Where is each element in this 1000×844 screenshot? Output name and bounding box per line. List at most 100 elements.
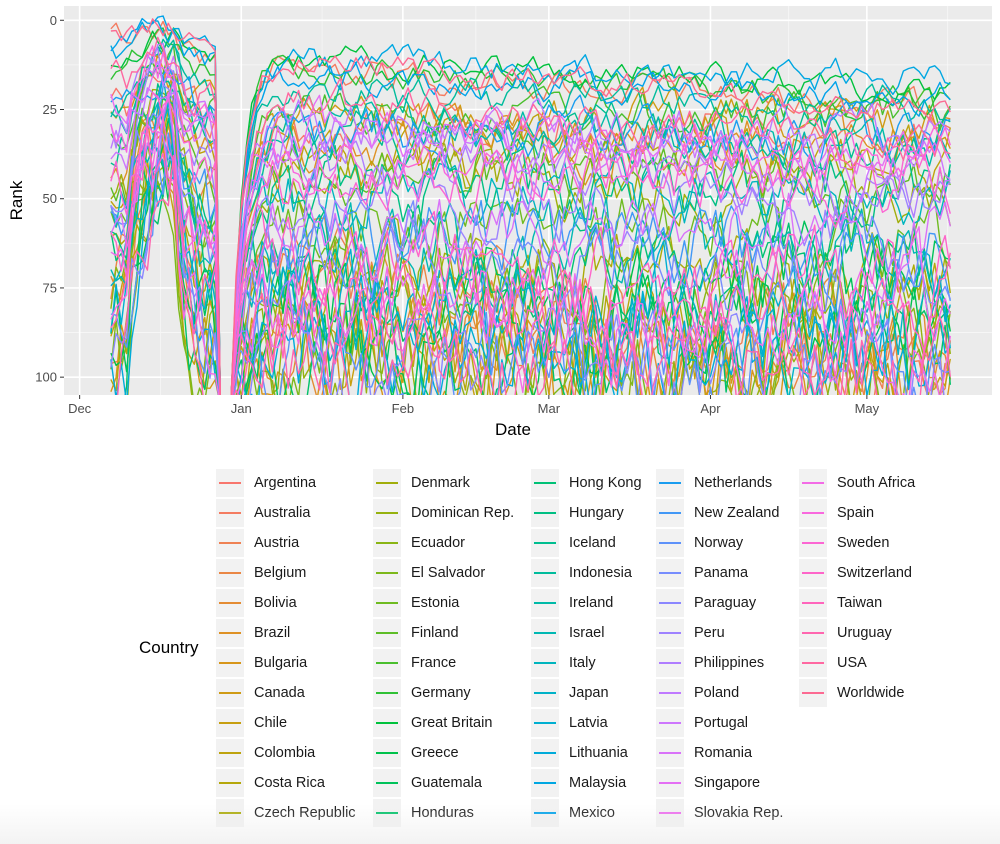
legend-label: Ireland (569, 595, 614, 611)
legend-key-swatch (373, 559, 401, 587)
x-tick-label: Feb (392, 401, 414, 416)
legend-item: Brazil (216, 618, 373, 648)
y-tick-label: 100 (35, 370, 57, 385)
legend-key-swatch (373, 769, 401, 797)
legend-line-icon (534, 632, 556, 634)
legend-line-icon (376, 602, 398, 604)
legend-item: Greece (373, 738, 531, 768)
legend-item: Colombia (216, 738, 373, 768)
legend-label: USA (837, 655, 867, 671)
legend-line-icon (219, 572, 241, 574)
legend-label: Paraguay (694, 595, 757, 611)
legend-item: South Africa (799, 468, 919, 498)
legend-line-icon (219, 632, 241, 634)
y-tick-label: 0 (50, 13, 57, 28)
x-tick-label: Apr (700, 401, 721, 416)
legend-item: Uruguay (799, 618, 919, 648)
legend-key-swatch (216, 589, 244, 617)
legend-line-icon (219, 782, 241, 784)
legend-item: France (373, 648, 531, 678)
legend-item: Worldwide (799, 678, 919, 708)
legend-label: Belgium (254, 565, 307, 581)
legend-label: Mexico (569, 805, 615, 821)
legend-item: Philippines (656, 648, 799, 678)
legend-label: Costa Rica (254, 775, 325, 791)
legend-line-icon (376, 692, 398, 694)
legend-key-swatch (373, 649, 401, 677)
legend-label: Sweden (837, 535, 890, 551)
legend-item: Malaysia (531, 768, 656, 798)
legend-item: Latvia (531, 708, 656, 738)
legend-key-swatch (656, 469, 684, 497)
legend-item: Austria (216, 528, 373, 558)
legend-item: Singapore (656, 768, 799, 798)
legend-line-icon (802, 512, 824, 514)
legend-line-icon (376, 512, 398, 514)
legend-label: Hong Kong (569, 475, 642, 491)
legend-line-icon (659, 722, 681, 724)
y-tick-label: 25 (43, 102, 57, 117)
legend-label: Worldwide (837, 685, 905, 701)
legend-item: Spain (799, 498, 919, 528)
legend-key-swatch (799, 619, 827, 647)
legend-line-icon (219, 512, 241, 514)
legend-label: France (411, 655, 457, 671)
legend-label: Peru (694, 625, 725, 641)
line-chart: 0 25 50 75 100 Dec Jan Feb Mar Apr May Date Rank (7, 6, 992, 439)
x-tick-label: Mar (538, 401, 561, 416)
legend-label: Singapore (694, 775, 761, 791)
legend-label: New Zealand (694, 505, 780, 521)
legend-key-swatch (656, 799, 684, 827)
legend-line-icon (376, 782, 398, 784)
legend-item: Lithuania (531, 738, 656, 768)
legend-key-swatch (373, 739, 401, 767)
legend-column: Netherlands New Zealand Norway Panama Paragu… (656, 468, 799, 828)
legend-item: Peru (656, 618, 799, 648)
legend-label: Israel (569, 625, 605, 641)
legend-label: Japan (569, 685, 609, 701)
legend-key-swatch (656, 769, 684, 797)
legend-label: Czech Republic (254, 805, 356, 821)
legend-label: Greece (411, 745, 459, 761)
legend-line-icon (659, 482, 681, 484)
legend-line-icon (659, 812, 681, 814)
legend-key-swatch (656, 649, 684, 677)
legend-key-swatch (799, 559, 827, 587)
legend-label: El Salvador (411, 565, 486, 581)
legend-key-swatch (656, 709, 684, 737)
legend-label: South Africa (837, 475, 916, 491)
legend-label: Australia (254, 505, 311, 521)
legend-line-icon (659, 602, 681, 604)
legend-item: Belgium (216, 558, 373, 588)
legend-line-icon (534, 812, 556, 814)
y-tick-label: 75 (43, 280, 57, 295)
legend-label: Portugal (694, 715, 749, 731)
legend-line-icon (534, 722, 556, 724)
legend-item: Netherlands (656, 468, 799, 498)
legend-item: Bolivia (216, 588, 373, 618)
legend-key-swatch (531, 769, 559, 797)
legend-label: Finland (411, 625, 459, 641)
legend-item: Canada (216, 678, 373, 708)
legend-line-icon (219, 752, 241, 754)
legend-item: Guatemala (373, 768, 531, 798)
legend-key-swatch (216, 649, 244, 677)
legend-line-icon (659, 782, 681, 784)
legend-item: Japan (531, 678, 656, 708)
legend-line-icon (219, 722, 241, 724)
legend-line-icon (802, 692, 824, 694)
legend-key-swatch (373, 589, 401, 617)
legend-line-icon (376, 662, 398, 664)
legend-label: Spain (837, 505, 875, 521)
legend-line-icon (534, 572, 556, 574)
legend-line-icon (376, 812, 398, 814)
legend-label: Netherlands (694, 475, 773, 491)
legend-key-swatch (656, 559, 684, 587)
legend-line-icon (802, 602, 824, 604)
legend-label: Colombia (254, 745, 316, 761)
legend-key-swatch (216, 499, 244, 527)
legend-item: Norway (656, 528, 799, 558)
legend-key-swatch (216, 559, 244, 587)
legend-key-swatch (799, 469, 827, 497)
legend-key-swatch (373, 709, 401, 737)
